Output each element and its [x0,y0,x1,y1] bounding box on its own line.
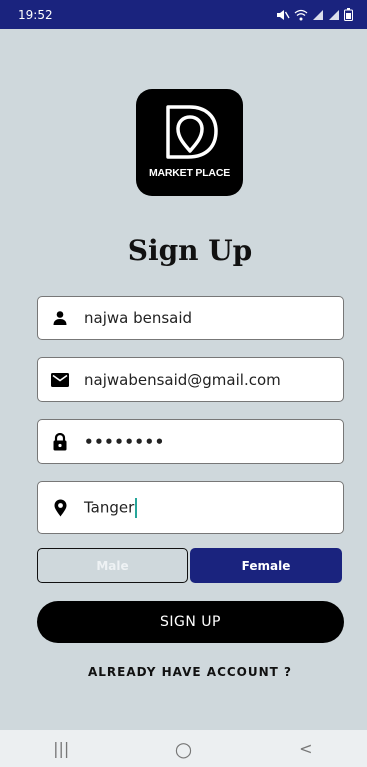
already-have-account-link[interactable]: ALREADY HAVE ACCOUNT ? [0,665,367,679]
app-logo: MARKET PLACE [136,89,243,196]
lock-icon [40,432,80,451]
person-icon [40,310,80,326]
password-field[interactable]: •••••••• [37,419,344,464]
name-field[interactable]: najwa bensaid [37,296,344,340]
city-value: Tanger [84,497,138,518]
home-button[interactable]: ○ [153,737,213,761]
gender-female-button[interactable]: Female [190,548,342,583]
signal-icon [313,9,323,20]
sign-up-button[interactable]: SIGN UP [37,601,344,643]
gender-male-button[interactable]: Male [37,548,188,583]
wifi-icon [294,9,308,20]
back-icon: < [299,739,313,758]
name-value: najwa bensaid [84,309,193,327]
logo-text: MARKET PLACE [148,167,230,179]
mute-icon [277,9,290,20]
home-icon: ○ [174,736,193,761]
system-nav-bar: ||| ○ < [0,730,367,767]
password-value: •••••••• [84,432,165,451]
status-bar: 19:52 [0,0,367,29]
recents-button[interactable]: ||| [31,739,91,758]
email-value: najwabensaid@gmail.com [84,370,281,389]
recents-icon: ||| [53,739,70,758]
map-pin-d-logo [165,105,218,159]
city-value-text: Tanger [84,498,135,516]
mail-icon [40,372,80,387]
signal-icon [329,9,339,20]
email-field[interactable]: najwabensaid@gmail.com [37,357,344,402]
city-field[interactable]: Tanger [37,481,344,534]
status-icons [276,8,353,21]
status-time: 19:52 [18,7,53,22]
back-button[interactable]: < [276,739,336,758]
text-cursor [135,497,138,518]
location-pin-icon [40,499,80,517]
battery-icon [344,8,353,21]
page-title: Sign Up [127,234,253,267]
